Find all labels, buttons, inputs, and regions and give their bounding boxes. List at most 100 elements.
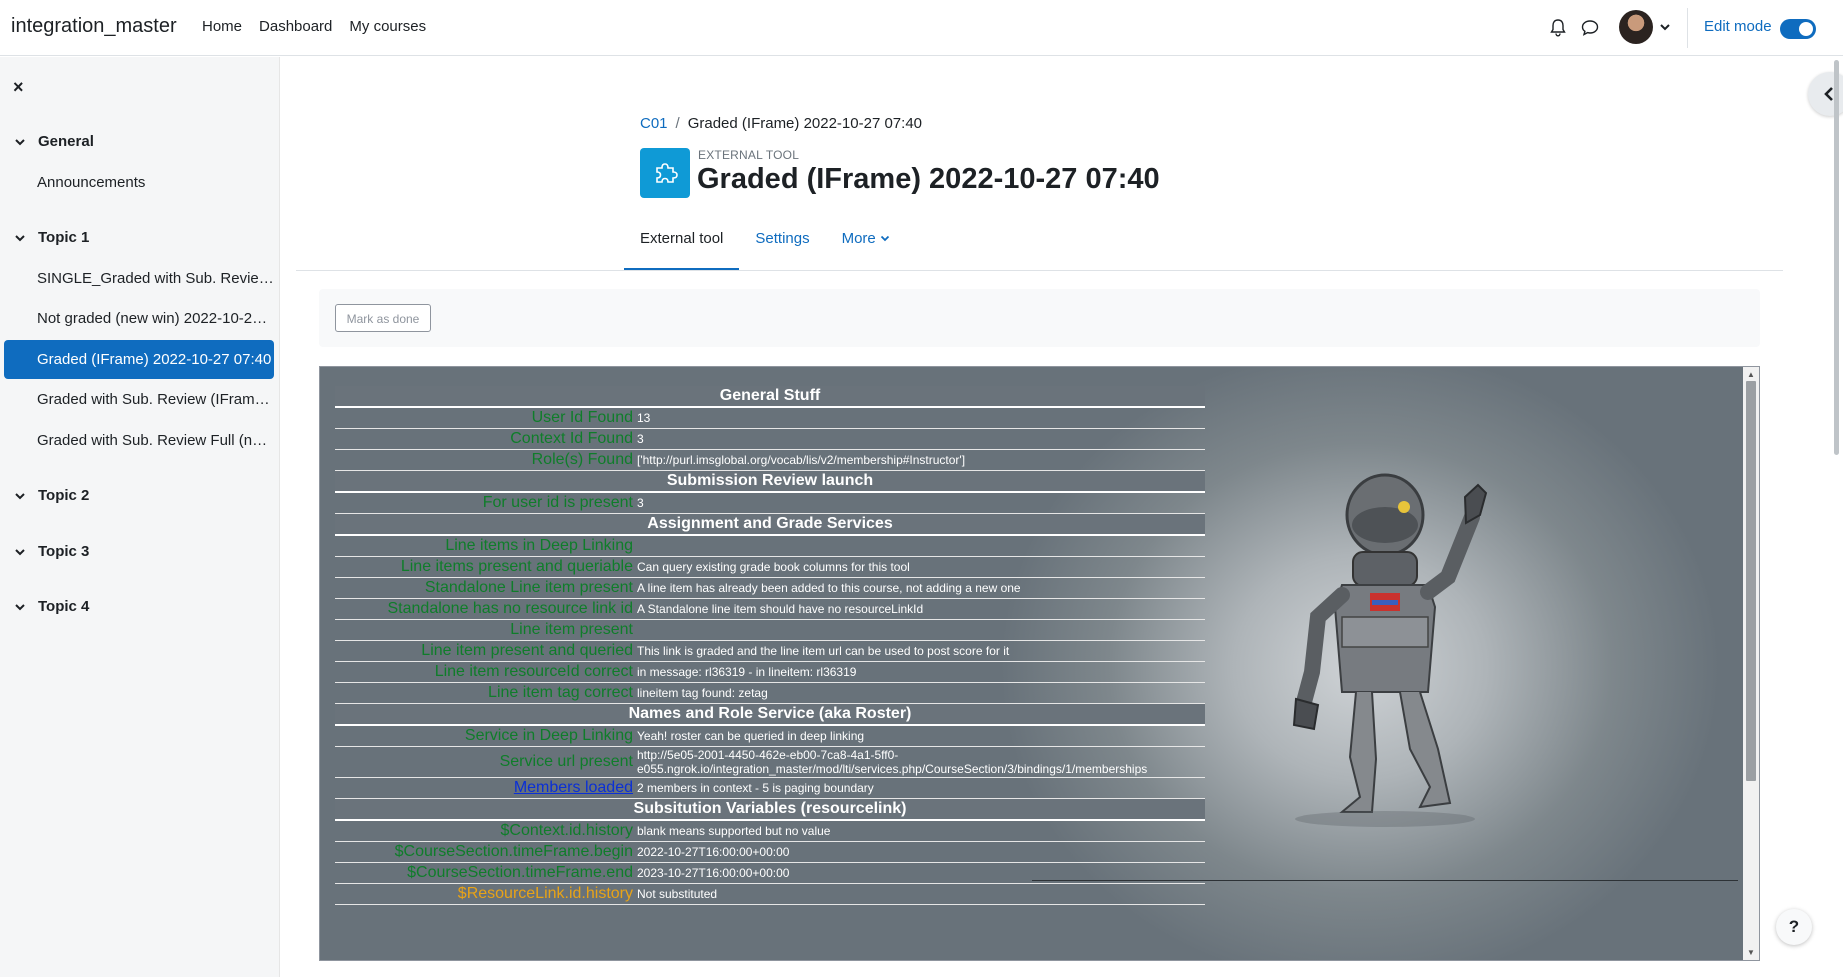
breadcrumb: C01 / Graded (IFrame) 2022-10-27 07:40 xyxy=(640,115,922,132)
help-button[interactable]: ? xyxy=(1776,909,1812,945)
sidebar-item-activity[interactable]: Graded with Sub. Review Full (new win) 2… xyxy=(4,421,274,460)
mark-as-done-button[interactable]: Mark as done xyxy=(335,304,431,332)
sidebar-item-activity[interactable]: Graded with Sub. Review (IFrame) 2022-10… xyxy=(4,380,274,419)
row-value: Not substituted xyxy=(635,883,1205,905)
table-row: $CourseSection.timeFrame.begin 2022-10-27… xyxy=(335,841,1205,863)
nav-dashboard[interactable]: Dashboard xyxy=(259,18,332,35)
section-general[interactable]: General xyxy=(14,133,94,150)
top-navbar: integration_master Home Dashboard My cou… xyxy=(0,0,1843,56)
puzzle-icon xyxy=(656,163,678,183)
section-topic-1[interactable]: Topic 1 xyxy=(14,229,89,246)
row-key: Standalone Line item present xyxy=(335,577,635,599)
table-section-header: Subsitution Variables (resourcelink) xyxy=(335,798,1205,821)
row-key: Context Id Found xyxy=(335,428,635,450)
table-row: For user id is present 3 xyxy=(335,492,1205,514)
message-icon[interactable] xyxy=(1580,18,1600,38)
nav-my-courses[interactable]: My courses xyxy=(349,18,426,35)
scrollbar-thumb[interactable] xyxy=(1746,381,1756,781)
row-value xyxy=(635,619,1205,641)
section-header-label: Submission Review launch xyxy=(335,470,1205,493)
row-key: For user id is present xyxy=(335,492,635,514)
tab-more[interactable]: More xyxy=(826,224,906,271)
row-key: Standalone has no resource link id xyxy=(335,598,635,620)
chevron-down-icon[interactable] xyxy=(1659,21,1671,33)
tab-external-tool[interactable]: External tool xyxy=(624,224,740,271)
scroll-up-icon[interactable]: ▲ xyxy=(1747,370,1755,379)
section-topic-3[interactable]: Topic 3 xyxy=(14,543,89,560)
table-row: Line item tag correct lineitem tag found:… xyxy=(335,682,1205,704)
bell-icon[interactable] xyxy=(1548,18,1568,38)
scroll-down-icon[interactable]: ▼ xyxy=(1747,948,1755,957)
row-key: Service in Deep Linking xyxy=(335,725,635,747)
row-key: User Id Found xyxy=(335,407,635,429)
row-key: $ResourceLink.id.history xyxy=(335,883,635,905)
chevron-down-icon xyxy=(15,234,25,241)
lti-results-table: General Stuff User Id Found 13 Context Id F… xyxy=(335,386,1205,905)
row-key: Line items in Deep Linking xyxy=(335,535,635,557)
row-value: 3 xyxy=(635,428,1205,450)
site-brand[interactable]: integration_master xyxy=(11,15,177,38)
tab-settings[interactable]: Settings xyxy=(739,224,825,271)
row-value: A Standalone line item should have no re… xyxy=(635,598,1205,620)
breadcrumb-separator: / xyxy=(675,115,680,132)
row-key: $Context.id.history xyxy=(335,820,635,842)
row-key[interactable]: Members loaded xyxy=(335,777,635,799)
section-header-label: Assignment and Grade Services xyxy=(335,513,1205,536)
row-key: Line item present xyxy=(335,619,635,641)
row-key: Line item resourceId correct xyxy=(335,661,635,683)
row-value: blank means supported but no value xyxy=(635,820,1205,842)
activity-completion-bar xyxy=(319,289,1760,347)
row-key: Line item present and queried xyxy=(335,640,635,662)
section-header-label: Names and Role Service (aka Roster) xyxy=(335,703,1205,726)
secondary-navigation: External tool Settings More xyxy=(624,224,906,271)
sidebar-item-active[interactable]: Graded (IFrame) 2022-10-27 07:40 xyxy=(4,340,274,379)
breadcrumb-current: Graded (IFrame) 2022-10-27 07:40 xyxy=(687,115,922,132)
row-value: 2022-10-27T16:00:00+00:00 xyxy=(635,841,1205,863)
table-row: Service in Deep Linking Yeah! roster can … xyxy=(335,725,1205,747)
breadcrumb-course-link[interactable]: C01 xyxy=(640,115,668,132)
table-section-header: Assignment and Grade Services xyxy=(335,513,1205,536)
table-row: Role(s) Found ['http://purl.imsglobal.org… xyxy=(335,449,1205,471)
row-key: $CourseSection.timeFrame.end xyxy=(335,862,635,884)
sidebar-item-activity[interactable]: Not graded (new win) 2022-10-27 07:40 xyxy=(4,299,274,338)
activity-type: EXTERNAL TOOL xyxy=(698,148,800,162)
row-key: Line items present and queriable xyxy=(335,556,635,578)
members-loaded-link[interactable]: Members loaded xyxy=(514,779,633,796)
user-avatar[interactable] xyxy=(1619,10,1653,44)
chevron-down-icon xyxy=(880,235,889,242)
lti-iframe[interactable]: General Stuff User Id Found 13 Context Id F… xyxy=(319,366,1760,961)
table-row: User Id Found 13 xyxy=(335,407,1205,429)
section-topic-2[interactable]: Topic 2 xyxy=(14,487,89,504)
nav-home[interactable]: Home xyxy=(202,18,242,35)
edit-mode-toggle[interactable] xyxy=(1780,19,1816,39)
close-icon[interactable]: × xyxy=(13,77,24,98)
external-tool-icon xyxy=(640,148,690,198)
robot-image xyxy=(1292,473,1488,827)
edit-mode-label[interactable]: Edit mode xyxy=(1704,18,1772,35)
row-value: lineitem tag found: zetag xyxy=(635,682,1205,704)
primary-navigation: Home Dashboard My courses xyxy=(202,18,426,35)
row-value xyxy=(635,535,1205,557)
table-row: Line item resourceId correct in message: … xyxy=(335,661,1205,683)
sidebar-item-activity[interactable]: SINGLE_Graded with Sub. Review 2022-10-2… xyxy=(4,259,274,298)
page-scrollbar[interactable] xyxy=(1834,60,1839,455)
table-section-header: Names and Role Service (aka Roster) xyxy=(335,703,1205,726)
row-value: 2 members in context - 5 is paging bound… xyxy=(635,777,1205,799)
sidebar-item-announcements[interactable]: Announcements xyxy=(4,163,274,202)
iframe-scrollbar[interactable]: ▲ ▼ xyxy=(1743,367,1759,960)
navbar-divider xyxy=(1687,8,1688,48)
tabs-divider xyxy=(296,270,1783,271)
row-key: $CourseSection.timeFrame.begin xyxy=(335,841,635,863)
row-value: This link is graded and the line item ur… xyxy=(635,640,1205,662)
row-value: 2023-10-27T16:00:00+00:00 xyxy=(635,862,1205,884)
table-row: Members loaded 2 members in context - 5 i… xyxy=(335,777,1205,799)
row-value: ['http://purl.imsglobal.org/vocab/lis/v2… xyxy=(635,449,1205,471)
table-row: $ResourceLink.id.history Not substituted xyxy=(335,883,1205,905)
row-value: Can query existing grade book columns fo… xyxy=(635,556,1205,578)
table-row: $CourseSection.timeFrame.end 2023-10-27T1… xyxy=(335,862,1205,884)
row-key: Service url present xyxy=(335,746,635,778)
table-section-header: General Stuff xyxy=(335,386,1205,408)
table-row: $Context.id.history blank means supported… xyxy=(335,820,1205,842)
section-topic-4[interactable]: Topic 4 xyxy=(14,598,89,615)
row-value: 13 xyxy=(635,407,1205,429)
